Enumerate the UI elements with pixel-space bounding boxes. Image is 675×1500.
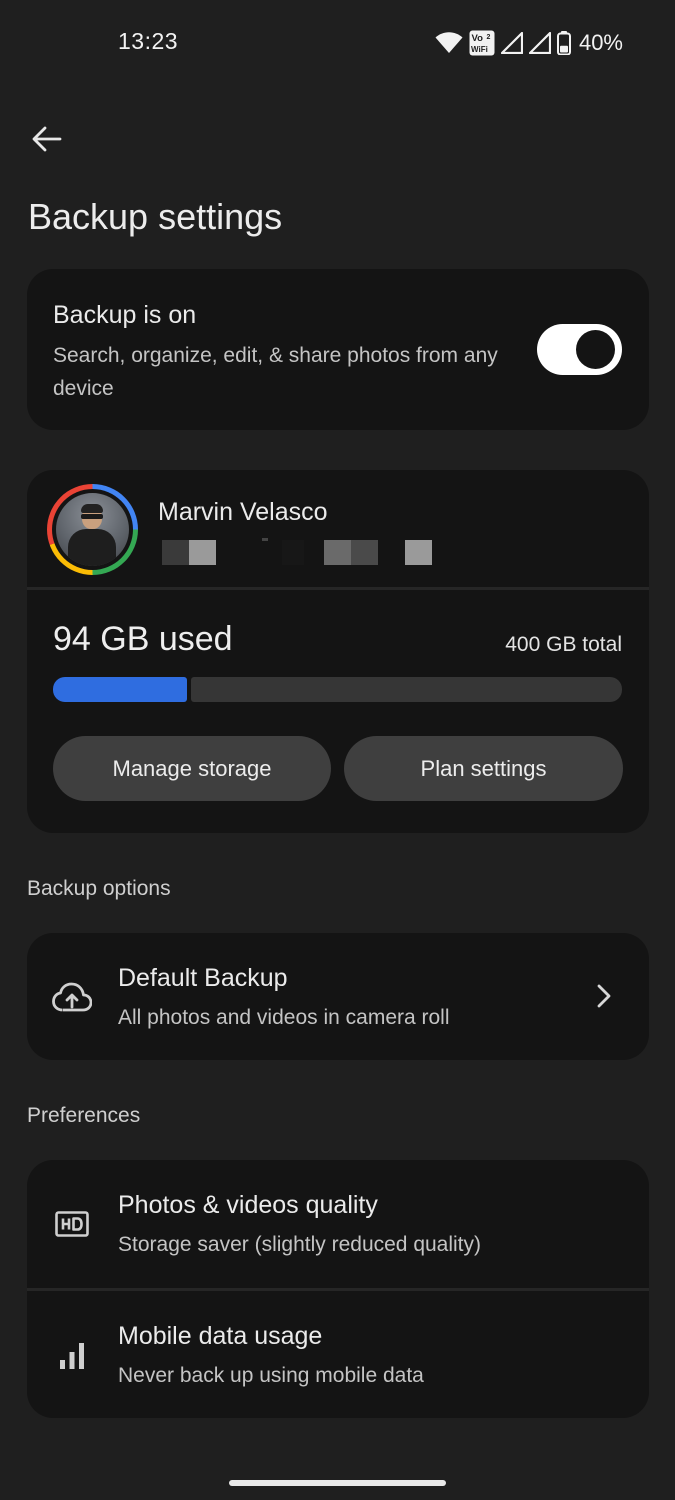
default-backup-row[interactable]: Default Backup All photos and videos in …: [27, 933, 649, 1060]
default-backup-title: Default Backup: [118, 964, 288, 992]
status-time: 13:23: [118, 28, 179, 54]
account-storage-card: Marvin Velasco 94 GB used 400 GB total M…: [27, 470, 649, 833]
mobile-data-subtitle: Never back up using mobile data: [118, 1364, 424, 1387]
mobile-data-row[interactable]: Mobile data usage Never back up using mo…: [27, 1291, 649, 1418]
page-title: Backup settings: [28, 196, 283, 237]
manage-storage-button[interactable]: Manage storage: [53, 736, 331, 801]
section-preferences: Preferences: [27, 1104, 141, 1127]
avatar-photo: [56, 493, 129, 566]
section-backup-options: Backup options: [27, 877, 171, 900]
svg-text:WiFi: WiFi: [471, 45, 488, 54]
storage-total-label: 400 GB total: [505, 633, 622, 656]
account-name: Marvin Velasco: [158, 498, 328, 526]
wifi-icon: [435, 32, 463, 53]
storage-progress-remaining: [191, 677, 622, 702]
photos-quality-title: Photos & videos quality: [118, 1191, 378, 1219]
cell-signal-icon-2: [528, 32, 551, 54]
cloud-upload-icon: [52, 977, 92, 1017]
hd-icon: [52, 1204, 92, 1244]
cell-signal-icon: [500, 32, 523, 54]
chevron-right-icon: [597, 984, 611, 1008]
backup-toggle[interactable]: [537, 324, 622, 375]
backup-status-subtitle: Search, organize, edit, & share photos f…: [53, 344, 498, 400]
signal-bars-icon: [52, 1336, 92, 1376]
backup-status-card[interactable]: Backup is on Search, organize, edit, & s…: [27, 269, 649, 430]
toggle-knob: [576, 330, 615, 369]
svg-text:2: 2: [486, 34, 490, 41]
back-button[interactable]: [22, 114, 72, 164]
battery-percent: 40%: [578, 30, 623, 55]
default-backup-subtitle: All photos and videos in camera roll: [118, 1006, 450, 1029]
arrow-back-icon: [32, 126, 62, 152]
divider: [27, 587, 649, 590]
status-bar: 13:23 Vo 2 WiFi 40%: [0, 0, 675, 84]
battery-icon: [556, 31, 571, 55]
home-indicator[interactable]: [229, 1480, 446, 1486]
battery-fill: [559, 45, 568, 53]
storage-progress-used: [53, 677, 187, 702]
storage-progress-bar: [53, 677, 622, 702]
preferences-card: Photos & videos quality Storage saver (s…: [27, 1160, 649, 1418]
avatar[interactable]: [47, 484, 138, 575]
backup-status-title: Backup is on: [53, 301, 197, 329]
svg-text:Vo: Vo: [471, 33, 483, 44]
photos-quality-row[interactable]: Photos & videos quality Storage saver (s…: [27, 1160, 649, 1288]
status-icons: Vo 2 WiFi 40%: [435, 28, 623, 58]
volte-wifi-icon: Vo 2 WiFi: [469, 30, 495, 56]
storage-used-label: 94 GB used: [53, 620, 233, 658]
photos-quality-subtitle: Storage saver (slightly reduced quality): [118, 1233, 482, 1256]
plan-settings-button[interactable]: Plan settings: [344, 736, 623, 801]
mobile-data-title: Mobile data usage: [118, 1322, 323, 1350]
